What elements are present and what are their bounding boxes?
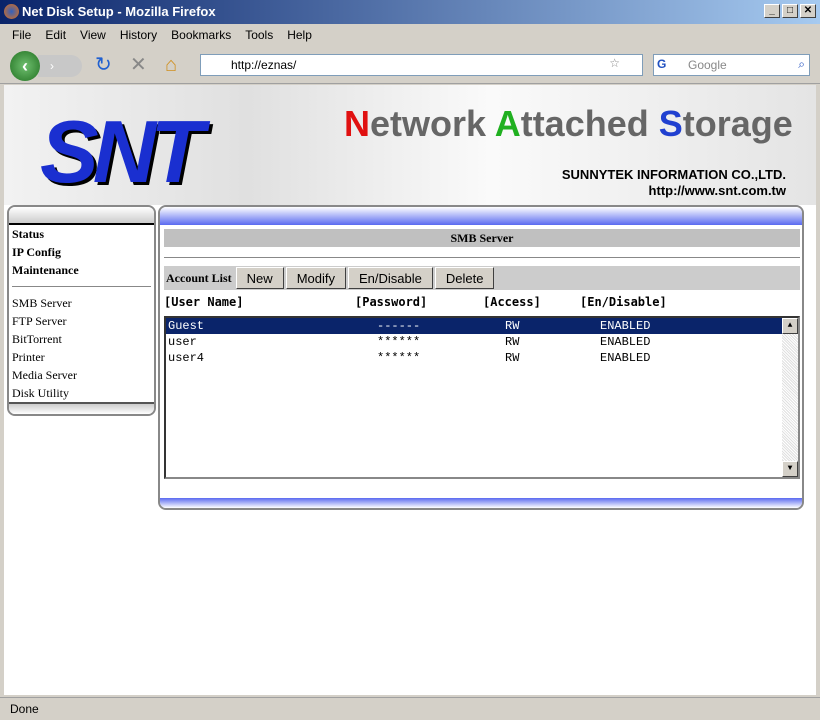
close-button[interactable]: ✕ bbox=[800, 4, 816, 18]
new-button[interactable]: New bbox=[235, 267, 284, 289]
home-icon[interactable]: ⌂ bbox=[165, 54, 177, 76]
list-item[interactable]: user4 ****** RW ENABLED bbox=[166, 350, 798, 366]
account-list-label: Account List bbox=[166, 270, 232, 285]
snt-logo: SNT bbox=[40, 102, 204, 201]
sidebar-item-maintenance[interactable]: Maintenance bbox=[9, 261, 154, 279]
menu-edit[interactable]: Edit bbox=[38, 25, 73, 45]
nav-toolbar: › ‹ ↻ ✕ ⌂ http://eznas/ ☆ G Google ⌕ bbox=[0, 46, 820, 84]
menu-view[interactable]: View bbox=[73, 25, 113, 45]
account-toolbar: Account List New Modify En/Disable Delet… bbox=[164, 266, 800, 290]
col-en-disable: [En/Disable] bbox=[580, 295, 667, 309]
sidebar-item-bittorrent[interactable]: BitTorrent bbox=[9, 330, 154, 348]
page-title: SMB Server bbox=[164, 229, 800, 247]
modify-button[interactable]: Modify bbox=[285, 267, 346, 289]
stop-icon[interactable]: ✕ bbox=[130, 54, 147, 76]
list-item[interactable]: Guest ------ RW ENABLED bbox=[166, 318, 798, 334]
sidebar: Status IP Config Maintenance SMB Server … bbox=[7, 205, 156, 416]
company-website: http://www.snt.com.tw bbox=[648, 183, 786, 198]
col-user-name: [User Name] bbox=[164, 295, 244, 309]
title-bar: Net Disk Setup - Mozilla Firefox _ □ ✕ bbox=[0, 0, 820, 24]
scroll-down-icon[interactable]: ▼ bbox=[782, 461, 798, 477]
search-input[interactable]: G Google ⌕ bbox=[653, 54, 810, 76]
divider bbox=[12, 286, 151, 287]
column-headers: [User Name] [Password] [Access] [En/Disa… bbox=[164, 290, 802, 314]
menu-help[interactable]: Help bbox=[280, 25, 319, 45]
sidebar-item-ip-config[interactable]: IP Config bbox=[9, 243, 154, 261]
scrollbar[interactable]: ▲ ▼ bbox=[782, 318, 798, 477]
firefox-icon bbox=[4, 4, 19, 19]
status-bar: Done bbox=[0, 697, 820, 720]
col-password: [Password] bbox=[355, 295, 428, 309]
menu-history[interactable]: History bbox=[113, 25, 164, 45]
list-item[interactable]: user ****** RW ENABLED bbox=[166, 334, 798, 350]
menu-file[interactable]: File bbox=[5, 25, 38, 45]
sidebar-item-ftp-server[interactable]: FTP Server bbox=[9, 312, 154, 330]
maximize-button[interactable]: □ bbox=[782, 4, 798, 18]
scroll-up-icon[interactable]: ▲ bbox=[782, 318, 798, 334]
sidebar-item-printer[interactable]: Printer bbox=[9, 348, 154, 366]
bookmark-star-icon[interactable]: ☆ bbox=[609, 56, 620, 70]
google-icon[interactable]: G bbox=[657, 57, 666, 71]
url-text: http://eznas/ bbox=[231, 58, 297, 72]
banner: SNT Network Attached Storage SUNNYTEK IN… bbox=[4, 85, 816, 205]
back-button[interactable]: ‹ bbox=[10, 51, 40, 81]
search-icon[interactable]: ⌕ bbox=[798, 57, 805, 72]
en-disable-button[interactable]: En/Disable bbox=[347, 267, 433, 289]
reload-icon[interactable]: ↻ bbox=[95, 54, 112, 76]
url-bar[interactable]: http://eznas/ ☆ bbox=[200, 54, 643, 76]
window-title: Net Disk Setup - Mozilla Firefox bbox=[22, 4, 216, 19]
minimize-button[interactable]: _ bbox=[764, 4, 780, 18]
banner-tagline: Network Attached Storage bbox=[344, 103, 793, 144]
menu-bar: File Edit View History Bookmarks Tools H… bbox=[0, 25, 820, 45]
account-list[interactable]: Guest ------ RW ENABLED user ****** RW ENABLED… bbox=[164, 316, 800, 479]
menu-tools[interactable]: Tools bbox=[238, 25, 280, 45]
sidebar-item-smb-server[interactable]: SMB Server bbox=[9, 294, 154, 312]
sidebar-item-status[interactable]: Status bbox=[9, 225, 154, 243]
search-placeholder: Google bbox=[688, 58, 727, 72]
sidebar-item-media-server[interactable]: Media Server bbox=[9, 366, 154, 384]
delete-button[interactable]: Delete bbox=[434, 267, 495, 289]
sidebar-item-disk-utility[interactable]: Disk Utility bbox=[9, 384, 154, 402]
page-content: SNT Network Attached Storage SUNNYTEK IN… bbox=[4, 85, 816, 695]
company-name: SUNNYTEK INFORMATION CO.,LTD. bbox=[561, 167, 786, 182]
menu-bookmarks[interactable]: Bookmarks bbox=[164, 25, 238, 45]
forward-button[interactable]: › bbox=[38, 55, 82, 77]
col-access: [Access] bbox=[483, 295, 541, 309]
smb-panel: SMB Server Account List New Modify En/Di… bbox=[158, 205, 804, 510]
